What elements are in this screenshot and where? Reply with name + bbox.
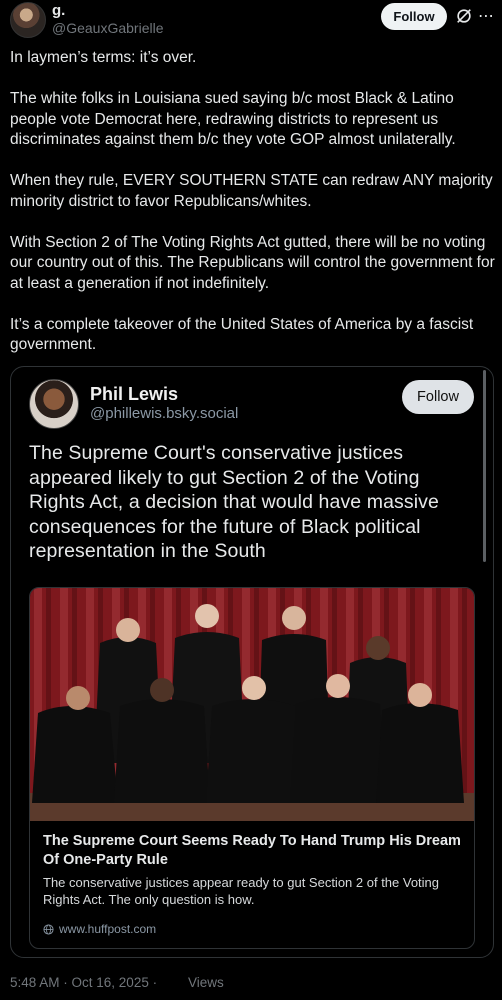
embed-text: The Supreme Court's conservative justice…	[29, 442, 439, 562]
embed-avatar[interactable]	[29, 379, 79, 429]
embed-author-handle[interactable]: @phillewis.bsky.social	[90, 405, 238, 422]
link-description: The conservative justices appear ready t…	[43, 875, 440, 907]
link-title[interactable]: The Supreme Court Seems Ready To Hand Tr…	[43, 832, 463, 870]
views-label: Views	[188, 975, 224, 990]
post-paragraph: When they rule, EVERY SOUTHERN STATE can…	[10, 172, 493, 210]
author-name[interactable]: g.	[52, 2, 65, 19]
author-handle[interactable]: @GeauxGabrielle	[52, 20, 164, 36]
post-paragraph: The white folks in Louisiana sued saying…	[10, 90, 456, 148]
embed-author-name[interactable]: Phil Lewis	[90, 384, 178, 405]
more-icon[interactable]: ⋯	[478, 6, 495, 26]
post-paragraph: It’s a complete takeover of the United S…	[10, 315, 474, 354]
follow-button[interactable]: Follow	[381, 3, 447, 30]
post-paragraph: With Section 2 of The Voting Rights Act …	[10, 233, 495, 292]
post-paragraph: In laymen’s terms: it’s over.	[10, 49, 197, 66]
link-domain[interactable]: www.huffpost.com	[43, 922, 156, 936]
timestamp[interactable]: 5:48 AM · Oct 16, 2025 ·	[10, 975, 157, 990]
link-domain-text[interactable]: www.huffpost.com	[59, 922, 156, 936]
scrollbar[interactable]	[483, 370, 486, 562]
avatar[interactable]	[10, 2, 46, 38]
grok-icon[interactable]	[455, 7, 473, 25]
embed-follow-button[interactable]: Follow	[402, 380, 474, 414]
globe-icon	[43, 923, 54, 935]
post-text: In laymen’s terms: it’s over. The white …	[10, 48, 495, 376]
supreme-court-photo	[30, 588, 474, 821]
